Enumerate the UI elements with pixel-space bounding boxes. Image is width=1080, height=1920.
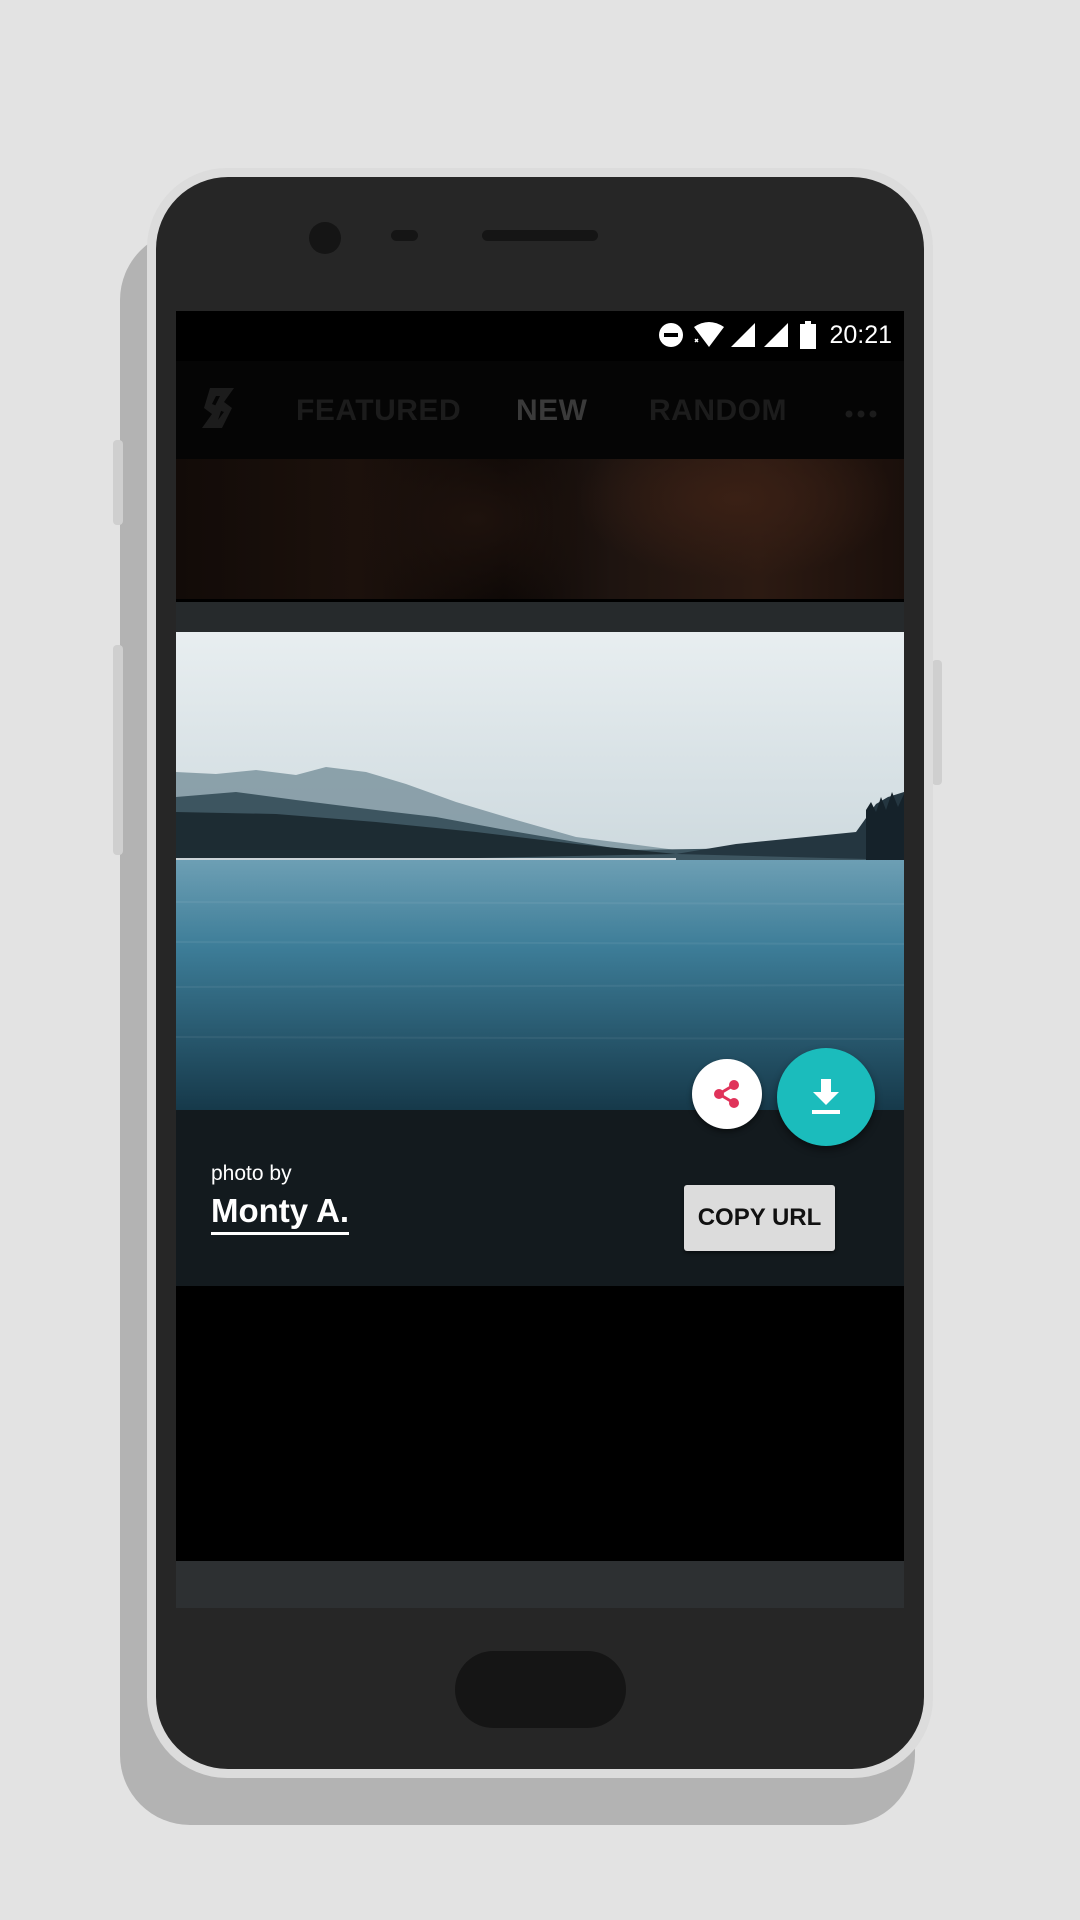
phone-power-button	[932, 660, 942, 785]
photo-by-label: photo by	[211, 1162, 292, 1185]
share-icon	[711, 1078, 743, 1115]
wifi-icon	[693, 321, 725, 349]
copy-url-button[interactable]: COPY URL	[684, 1185, 835, 1251]
download-icon	[811, 1079, 841, 1120]
status-bar: 20:21	[176, 311, 904, 361]
navigation-bar	[176, 1561, 904, 1608]
top-navigation: FEATURED NEW RANDOM	[176, 361, 904, 459]
do-not-disturb-icon	[657, 321, 685, 349]
download-button[interactable]	[777, 1048, 875, 1146]
splash-logo-icon[interactable]	[200, 386, 236, 430]
previous-photo[interactable]	[176, 459, 904, 599]
share-button[interactable]	[692, 1059, 762, 1129]
battery-icon	[800, 321, 816, 349]
front-camera	[309, 222, 341, 254]
phone-volume-up-button	[113, 440, 123, 525]
tab-random[interactable]: RANDOM	[649, 394, 787, 428]
phone-volume-down-button	[113, 645, 123, 855]
phone-screen: 20:21 FEATURED NEW RANDOM photo by Monty…	[176, 311, 904, 1608]
earpiece-speaker	[482, 230, 598, 241]
signal-icon	[729, 321, 757, 349]
card-divider	[176, 602, 904, 632]
next-photo-placeholder	[176, 1286, 904, 1558]
tab-featured[interactable]: FEATURED	[296, 394, 461, 428]
photo-info-panel: photo by Monty A. COPY URL	[176, 1110, 904, 1286]
more-horizontal-icon[interactable]	[844, 406, 878, 418]
signal-icon	[762, 321, 790, 349]
lake-photo[interactable]	[176, 632, 904, 1110]
tab-new[interactable]: NEW	[516, 394, 588, 428]
photographer-link[interactable]: Monty A.	[211, 1192, 350, 1235]
status-time: 20:21	[829, 321, 892, 349]
home-button[interactable]	[455, 1651, 626, 1728]
photo-card: photo by Monty A. COPY URL	[176, 632, 904, 1286]
proximity-sensor	[391, 230, 418, 241]
